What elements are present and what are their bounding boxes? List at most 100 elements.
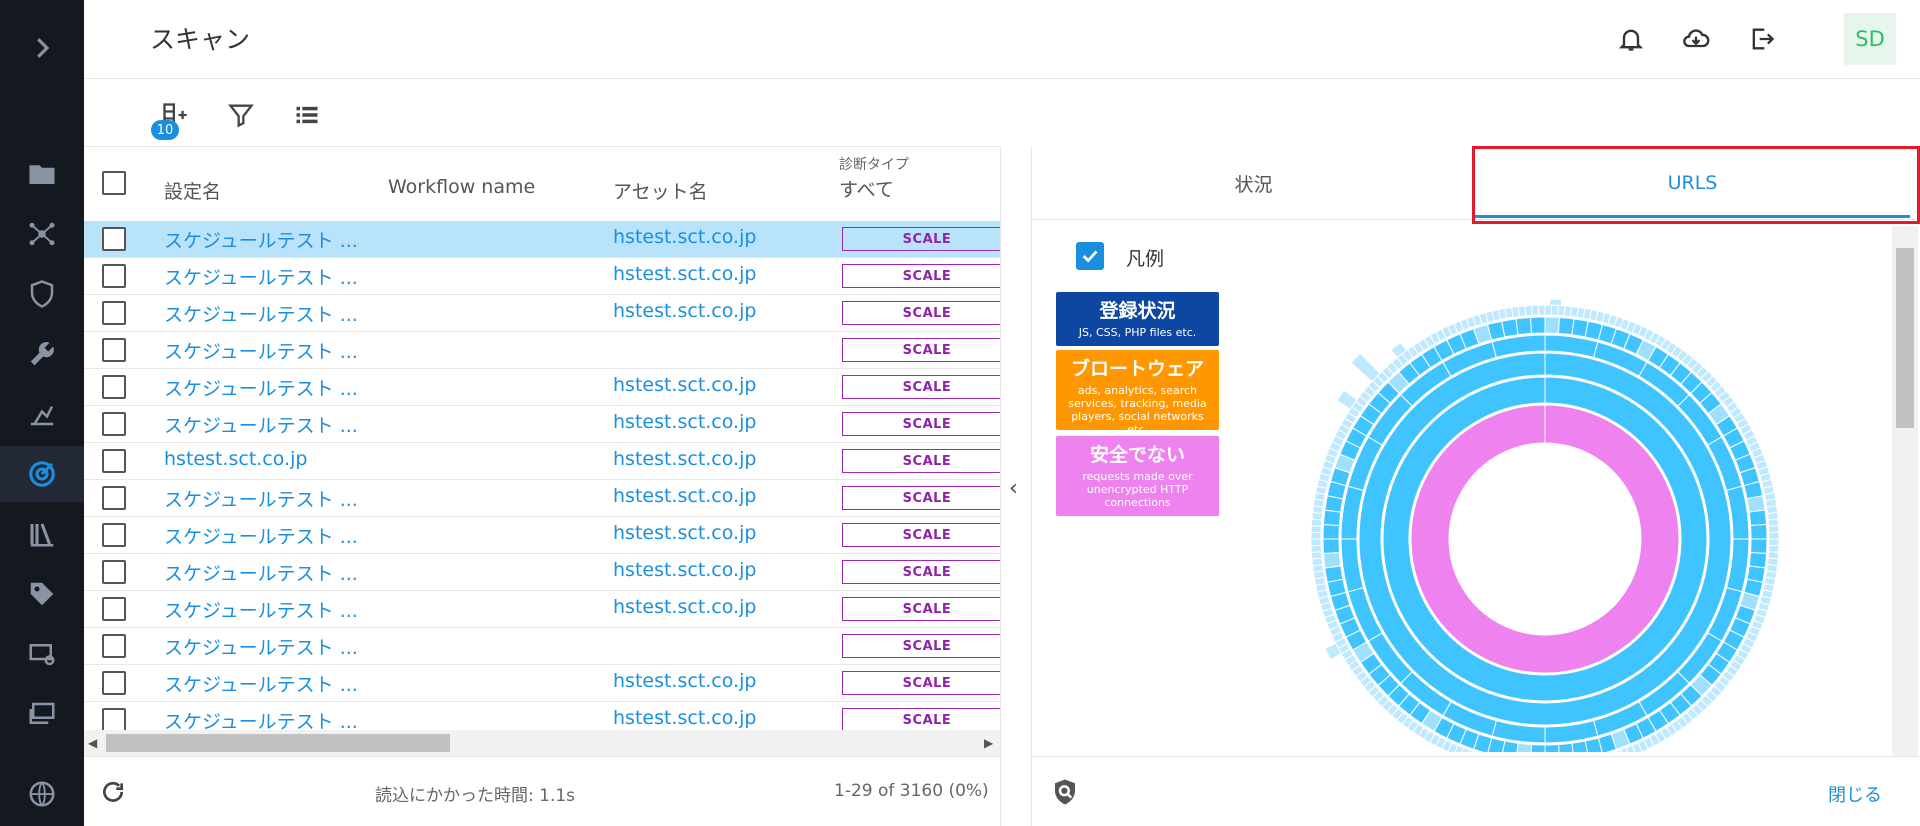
- table-row[interactable]: hstest.sct.co.jp hstest.sct.co.jp SCALE: [84, 443, 1000, 480]
- table-row[interactable]: スケジュールテスト ... hstest.sct.co.jp SCALE: [84, 406, 1000, 443]
- table-row[interactable]: スケジュールテスト ... SCALE: [84, 628, 1000, 665]
- row-name-link[interactable]: スケジュールテスト ...: [164, 263, 358, 290]
- sunburst-outer-segment[interactable]: [1524, 304, 1533, 317]
- row-asset-link[interactable]: hstest.sct.co.jp: [613, 485, 756, 507]
- sunburst-outer-segment[interactable]: [1768, 538, 1780, 547]
- nav-security[interactable]: [0, 266, 84, 322]
- sunburst-insecure-ring[interactable]: [1410, 404, 1680, 674]
- horizontal-scroll-thumb[interactable]: [106, 734, 450, 752]
- row-name-link[interactable]: hstest.sct.co.jp: [164, 448, 307, 470]
- sunburst-fine-segment[interactable]: [1750, 538, 1768, 555]
- table-row[interactable]: スケジュールテスト ... SCALE: [84, 332, 1000, 369]
- row-name-link[interactable]: スケジュールテスト ...: [164, 633, 358, 660]
- notifications-button[interactable]: [1614, 22, 1648, 56]
- download-button[interactable]: [1679, 22, 1713, 56]
- sunburst-fine-segment[interactable]: [1322, 551, 1342, 569]
- sunburst-fine-segment[interactable]: [1557, 316, 1575, 336]
- sunburst-fine-segment[interactable]: [1557, 742, 1574, 752]
- sunburst-spike[interactable]: [1549, 298, 1563, 307]
- sunburst-outer-segment[interactable]: [1310, 538, 1322, 547]
- row-checkbox[interactable]: [102, 449, 126, 473]
- table-row[interactable]: スケジュールテスト ... hstest.sct.co.jp SCALE: [84, 295, 1000, 332]
- sunburst-fine-segment[interactable]: [1322, 509, 1342, 527]
- sunburst-fine-segment[interactable]: [1324, 565, 1344, 583]
- scroll-left-arrow-icon[interactable]: ◀: [88, 736, 97, 750]
- row-checkbox[interactable]: [102, 634, 126, 658]
- nav-folder[interactable]: [0, 146, 84, 202]
- nav-monitor-settings[interactable]: [0, 626, 84, 682]
- sunburst-outer-segment[interactable]: [1768, 531, 1780, 540]
- logout-button[interactable]: [1745, 22, 1779, 56]
- row-checkbox[interactable]: [102, 597, 126, 621]
- type-filter-select[interactable]: すべて: [839, 175, 894, 202]
- row-asset-link[interactable]: hstest.sct.co.jp: [613, 559, 756, 581]
- sunburst-outer-segment[interactable]: [1310, 525, 1322, 534]
- table-row[interactable]: スケジュールテスト ... hstest.sct.co.jp SCALE: [84, 517, 1000, 554]
- nav-screens[interactable]: [0, 686, 84, 742]
- sunburst-fine-segment[interactable]: [1322, 523, 1340, 540]
- table-row[interactable]: スケジュールテスト ... hstest.sct.co.jp SCALE: [84, 221, 1000, 258]
- row-asset-link[interactable]: hstest.sct.co.jp: [613, 226, 756, 248]
- row-asset-link[interactable]: hstest.sct.co.jp: [613, 522, 756, 544]
- collapse-panel-icon[interactable]: ‹: [1009, 476, 1018, 501]
- row-name-link[interactable]: スケジュールテスト ...: [164, 374, 358, 401]
- row-asset-link[interactable]: hstest.sct.co.jp: [613, 670, 756, 692]
- row-checkbox[interactable]: [102, 560, 126, 584]
- row-name-link[interactable]: スケジュールテスト ...: [164, 226, 358, 253]
- row-name-link[interactable]: スケジュールテスト ...: [164, 485, 358, 512]
- sunburst-outer-segment[interactable]: [1310, 531, 1322, 540]
- sunburst-outer-segment[interactable]: [1537, 304, 1546, 316]
- table-row[interactable]: スケジュールテスト ... hstest.sct.co.jp SCALE: [84, 258, 1000, 295]
- row-checkbox[interactable]: [102, 227, 126, 251]
- sunburst-fine-segment[interactable]: [1529, 316, 1546, 334]
- row-asset-link[interactable]: hstest.sct.co.jp: [613, 596, 756, 618]
- sunburst-outer-segment[interactable]: [1550, 304, 1559, 316]
- legend-checkbox[interactable]: [1076, 242, 1104, 270]
- row-asset-link[interactable]: hstest.sct.co.jp: [613, 448, 756, 470]
- panel-splitter[interactable]: ‹: [1000, 146, 1032, 826]
- row-name-link[interactable]: スケジュールテスト ...: [164, 596, 358, 623]
- table-row[interactable]: スケジュールテスト ... hstest.sct.co.jp SCALE: [84, 480, 1000, 517]
- select-all-checkbox[interactable]: [102, 171, 126, 195]
- sunburst-outer-segment[interactable]: [1310, 551, 1323, 560]
- row-asset-link[interactable]: hstest.sct.co.jp: [613, 707, 756, 729]
- row-asset-link[interactable]: hstest.sct.co.jp: [613, 374, 756, 396]
- row-checkbox[interactable]: [102, 375, 126, 399]
- panel-vertical-scrollbar[interactable]: [1892, 226, 1918, 756]
- row-asset-link[interactable]: hstest.sct.co.jp: [613, 300, 756, 322]
- sunburst-outer-segment[interactable]: [1310, 544, 1322, 553]
- filter-button[interactable]: [224, 98, 258, 132]
- nav-reports[interactable]: [0, 506, 84, 562]
- sunburst-fine-segment[interactable]: [1544, 744, 1560, 752]
- row-name-link[interactable]: スケジュールテスト ...: [164, 522, 358, 549]
- refresh-icon[interactable]: [100, 779, 126, 805]
- sunburst-spike[interactable]: [1350, 352, 1381, 383]
- row-asset-link[interactable]: hstest.sct.co.jp: [613, 263, 756, 285]
- row-name-link[interactable]: スケジュールテスト ...: [164, 337, 358, 364]
- sunburst-fine-segment[interactable]: [1501, 318, 1519, 338]
- table-row[interactable]: スケジュールテスト ... hstest.sct.co.jp SCALE: [84, 665, 1000, 702]
- table-row[interactable]: スケジュールテスト ... hstest.sct.co.jp SCALE: [84, 591, 1000, 628]
- column-header-workflow[interactable]: Workflow name: [388, 176, 535, 198]
- row-checkbox[interactable]: [102, 338, 126, 362]
- sunburst-fine-segment[interactable]: [1750, 523, 1768, 540]
- sunburst-fine-segment[interactable]: [1748, 551, 1768, 569]
- column-view-button[interactable]: [290, 98, 324, 132]
- row-name-link[interactable]: スケジュールテスト ...: [164, 411, 358, 438]
- column-header-name[interactable]: 設定名: [164, 177, 221, 204]
- row-checkbox[interactable]: [102, 412, 126, 436]
- nav-language[interactable]: [0, 766, 84, 822]
- sunburst-fine-segment[interactable]: [1322, 538, 1340, 555]
- nav-scan[interactable]: [0, 446, 84, 502]
- horizontal-scrollbar[interactable]: ◀ ▶: [84, 730, 1000, 756]
- close-panel-link[interactable]: 閉じる: [1828, 781, 1882, 807]
- sunburst-fine-segment[interactable]: [1530, 744, 1546, 752]
- panel-scroll-thumb[interactable]: [1896, 248, 1914, 428]
- nav-tags[interactable]: [0, 566, 84, 622]
- sunburst-outer-segment[interactable]: [1544, 304, 1553, 316]
- row-asset-link[interactable]: hstest.sct.co.jp: [613, 411, 756, 433]
- sunburst-fine-segment[interactable]: [1748, 509, 1768, 527]
- table-row[interactable]: スケジュールテスト ... hstest.sct.co.jp SCALE: [84, 369, 1000, 406]
- expand-rail-button[interactable]: [0, 20, 84, 76]
- table-row[interactable]: スケジュールテスト ... hstest.sct.co.jp SCALE: [84, 554, 1000, 591]
